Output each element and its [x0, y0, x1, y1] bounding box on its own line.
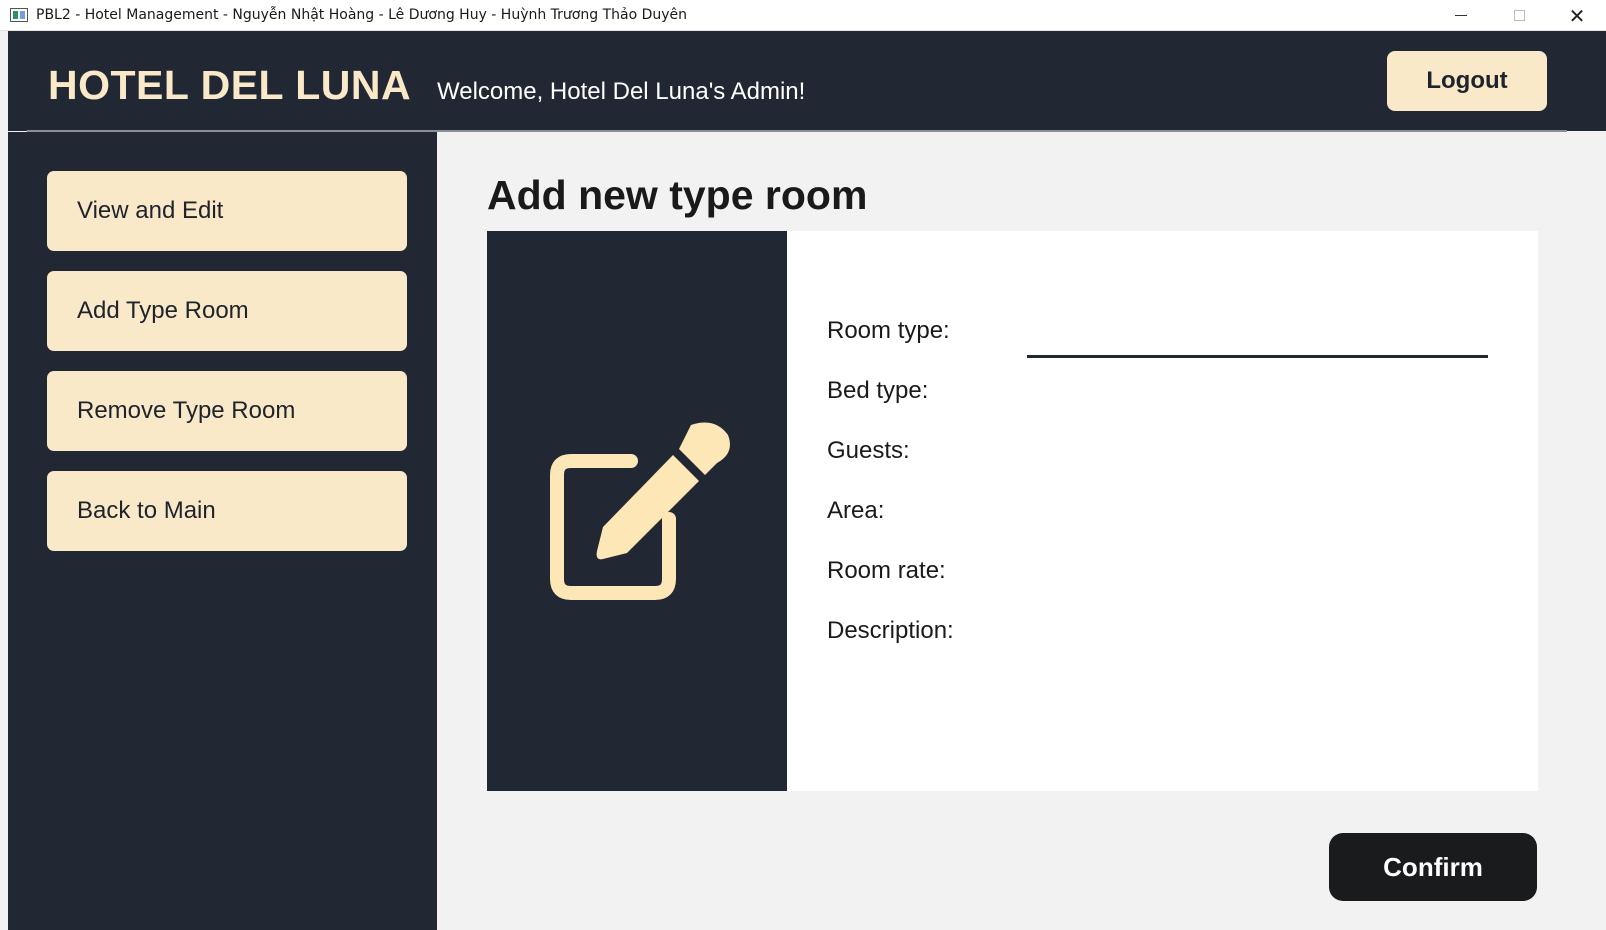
room-rate-label: Room rate:: [827, 557, 946, 584]
sidebar: View and Edit Add Type Room Remove Type …: [8, 132, 437, 930]
close-icon: ✕: [1568, 3, 1586, 28]
area-label: Area:: [827, 497, 885, 524]
page-title: Add new type room: [487, 172, 868, 218]
edit-note-icon: [550, 422, 730, 600]
form-panel: Room type: Bed type: Guests: Area: Room …: [787, 231, 1538, 791]
confirm-button[interactable]: Confirm: [1329, 833, 1537, 901]
window-title: PBL2 - Hotel Management - Nguyễn Nhật Ho…: [36, 7, 688, 23]
bed-type-label: Bed type:: [827, 377, 929, 404]
brand-title: HOTEL DEL LUNA: [48, 62, 412, 108]
app-window: PBL2 - Hotel Management - Nguyễn Nhật Ho…: [0, 0, 1606, 930]
sidebar-item-remove-type-room[interactable]: Remove Type Room: [47, 371, 407, 451]
illustration-panel: [487, 231, 787, 791]
logout-button[interactable]: Logout: [1387, 51, 1547, 111]
sidebar-item-back-to-main[interactable]: Back to Main: [47, 471, 407, 551]
area-input[interactable]: [1027, 497, 1488, 533]
description-input[interactable]: [1027, 617, 1488, 737]
bed-type-input[interactable]: [1027, 377, 1488, 413]
room-type-input[interactable]: [1027, 317, 1488, 358]
app-header: HOTEL DEL LUNA Welcome, Hotel Del Luna's…: [8, 31, 1606, 131]
minimize-icon: [1455, 15, 1467, 16]
welcome-message: Welcome, Hotel Del Luna's Admin!: [437, 78, 806, 105]
description-label: Description:: [827, 617, 954, 644]
maximize-icon: [1513, 10, 1525, 21]
guests-label: Guests:: [827, 437, 910, 464]
maximize-button[interactable]: [1490, 0, 1548, 31]
room-type-label: Room type:: [827, 317, 950, 344]
sidebar-item-add-type-room[interactable]: Add Type Room: [47, 271, 407, 351]
sidebar-item-view-and-edit[interactable]: View and Edit: [47, 171, 407, 251]
app-window-icon: [10, 8, 28, 22]
room-rate-input[interactable]: [1027, 557, 1488, 593]
minimize-button[interactable]: [1432, 0, 1490, 31]
close-button[interactable]: ✕: [1548, 0, 1606, 31]
title-bar: PBL2 - Hotel Management - Nguyễn Nhật Ho…: [0, 0, 1606, 31]
guests-input[interactable]: [1027, 437, 1488, 473]
